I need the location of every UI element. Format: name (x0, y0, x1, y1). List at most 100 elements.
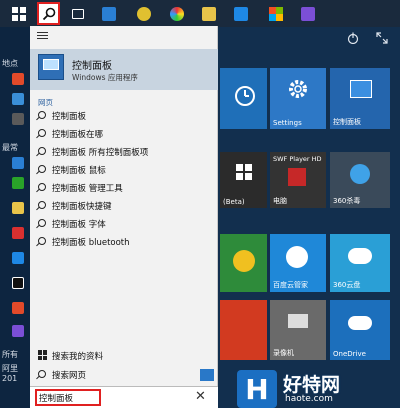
best-match-item[interactable]: 控制面板 Windows 应用程序 (30, 49, 218, 90)
tile-app[interactable] (220, 234, 267, 292)
app-icon[interactable] (12, 113, 24, 125)
watermark-name: 好特网 (283, 374, 341, 396)
left-label: 最常 (2, 143, 18, 152)
tile-beta[interactable]: (Beta) (220, 152, 267, 208)
task-view-icon (71, 8, 84, 19)
app-icon[interactable] (12, 177, 24, 189)
suggestion-item[interactable]: 控制面板快捷键 (30, 197, 218, 215)
taskbar-app-2[interactable] (132, 2, 155, 25)
app-icon[interactable] (12, 302, 24, 314)
cloud-icon (286, 246, 308, 268)
tile-app-red[interactable] (220, 300, 267, 360)
suggestion-item[interactable]: 控制面板 管理工具 (30, 179, 218, 197)
search-web-label: 搜索网页 (52, 371, 87, 381)
windows-logo-icon (11, 6, 26, 21)
antivirus-icon (350, 164, 370, 184)
app-icon[interactable] (12, 73, 24, 85)
gear-icon (289, 80, 307, 98)
folder-icon (201, 6, 216, 21)
app-icon[interactable] (12, 252, 24, 264)
tile-onedrive[interactable]: OneDrive (330, 300, 390, 360)
tile-label: (Beta) (223, 198, 245, 206)
monitor-icon (350, 80, 372, 98)
player-icon (288, 168, 306, 186)
suggestion-item[interactable]: 控制面板 (30, 107, 218, 125)
tile-label: SWF Player HD (273, 155, 322, 163)
start-button[interactable] (7, 2, 30, 25)
suggestion-text: 控制面板 管理工具 (52, 184, 123, 194)
taskbar-app-3[interactable] (165, 2, 188, 25)
feedback-icon[interactable] (200, 369, 214, 381)
tile-baidu-cloud[interactable]: 百度云管家 (270, 234, 326, 292)
taskbar-app-5[interactable] (296, 2, 319, 25)
taskbar-app-1[interactable] (97, 2, 120, 25)
suggestion-item[interactable]: 控制面板在哪 (30, 125, 218, 143)
app-icon[interactable] (12, 157, 24, 169)
tile-swf-player[interactable]: SWF Player HD 电脑 (270, 152, 326, 208)
suggestion-item[interactable]: 控制面板 所有控制面板项 (30, 143, 218, 161)
suggestion-item[interactable]: 控制面板 鼠标 (30, 161, 218, 179)
watermark: H 好特网 haote.com (225, 370, 400, 408)
suggestion-text: 控制面板 所有控制面板项 (52, 148, 149, 158)
power-icon[interactable] (347, 32, 359, 44)
tile-cloud360[interactable]: 360云盘 (330, 234, 390, 292)
tile-settings[interactable]: Settings (270, 68, 326, 129)
app-icon[interactable] (12, 202, 24, 214)
tile-label: Settings (273, 119, 302, 127)
suggestion-text: 控制面板 bluetooth (52, 238, 130, 248)
app-icon[interactable] (12, 277, 24, 289)
alarm-icon (235, 86, 255, 106)
cloud-icon (348, 248, 372, 264)
store-icon (268, 6, 283, 21)
search-my-stuff-button[interactable]: 搜索我的资料 (30, 347, 218, 365)
suggestion-item[interactable]: 控制面板 字体 (30, 215, 218, 233)
expand-icon[interactable] (376, 32, 388, 44)
search-icon (38, 183, 46, 191)
search-button[interactable] (37, 2, 60, 25)
task-view-button[interactable] (66, 2, 89, 25)
clear-search-button[interactable]: ✕ (195, 389, 206, 404)
app-icon[interactable] (12, 93, 24, 105)
left-label: 201 (2, 374, 18, 383)
watermark-url: haote.com (285, 394, 333, 404)
app-icon[interactable] (12, 325, 24, 337)
tile-antivirus[interactable]: 360杀毒 (330, 152, 390, 208)
taskbar-app-4[interactable] (229, 2, 252, 25)
best-match-title: 控制面板 (72, 61, 112, 72)
app-icon[interactable] (12, 227, 24, 239)
tile-label: 360杀毒 (333, 197, 361, 205)
app-icon (233, 250, 255, 272)
suggestion-text: 控制面板 (52, 112, 87, 122)
tile-label: 360云盘 (333, 281, 361, 289)
tile-alarm[interactable] (220, 68, 267, 129)
tile-label: OneDrive (333, 350, 366, 358)
menu-icon[interactable] (37, 32, 48, 41)
search-box: ✕ (30, 386, 218, 408)
control-panel-icon (38, 54, 64, 80)
search-input[interactable] (35, 389, 101, 406)
watermark-logo: H (237, 370, 277, 408)
tile-control-panel[interactable]: 控制面板 (330, 68, 390, 129)
search-icon (38, 370, 46, 378)
tile-recorder[interactable]: 录像机 (270, 300, 326, 360)
suggestion-text: 控制面板在哪 (52, 130, 104, 140)
left-label: 阿里 (2, 364, 18, 373)
suggestion-text: 控制面板 鼠标 (52, 166, 106, 176)
camera-icon (288, 314, 308, 328)
search-web-button[interactable]: 搜索网页 (30, 366, 218, 384)
taskbar-app-explorer[interactable] (197, 2, 220, 25)
app-icon (300, 6, 315, 21)
search-icon (38, 201, 46, 209)
suggestion-text: 控制面板 字体 (52, 220, 106, 230)
tile-label: 录像机 (273, 349, 294, 357)
search-icon (38, 237, 46, 245)
suggestion-item[interactable]: 控制面板 bluetooth (30, 233, 218, 251)
color-wheel-icon (169, 6, 184, 21)
search-icon (42, 7, 55, 20)
taskbar-store[interactable] (264, 2, 287, 25)
left-label: 地点 (2, 59, 18, 68)
left-label: 所有 (2, 350, 18, 359)
left-column: 地点 最常 所有 阿里 201 (0, 27, 30, 408)
onedrive-icon (348, 316, 372, 330)
tile-label: 控制面板 (333, 118, 361, 126)
